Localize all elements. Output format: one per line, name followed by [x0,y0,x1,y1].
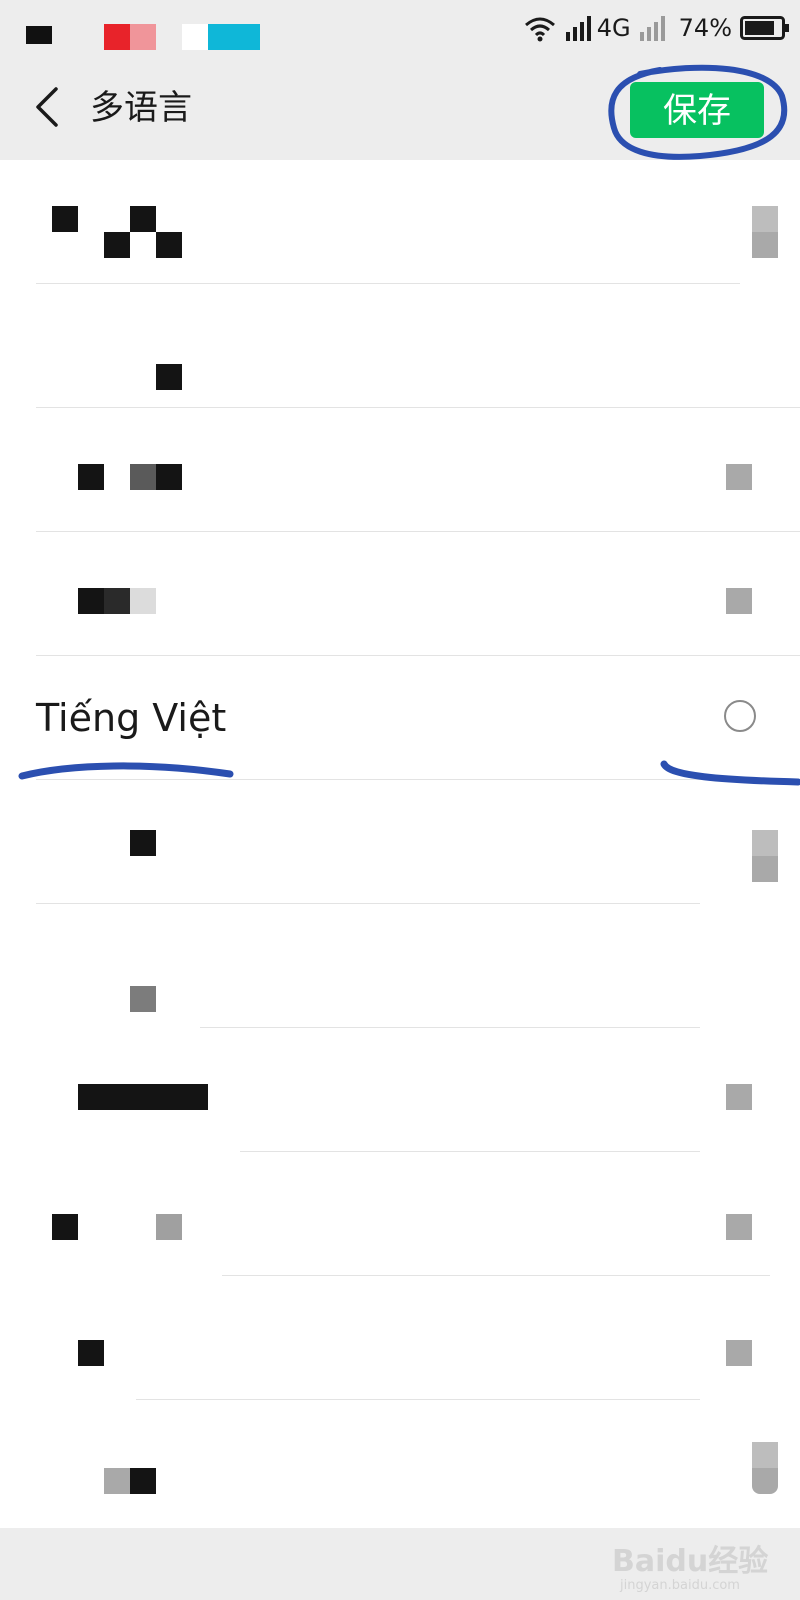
language-list: Tiếng Việt [0,160,800,1528]
status-indicators: 4G 74% [523,12,790,44]
save-button[interactable]: 保存 [630,82,764,138]
notification-icon [104,24,130,50]
list-item[interactable] [0,1152,800,1276]
list-item-vietnamese[interactable]: Tiếng Việt [0,656,800,780]
list-item[interactable] [0,408,800,532]
chevron-left-icon [36,87,58,127]
list-item[interactable] [0,1028,800,1152]
radio-button[interactable] [724,700,756,732]
back-button[interactable] [22,82,72,132]
signal-icon [565,16,591,41]
signal-weak-icon [639,16,665,41]
notification-icon [208,24,260,50]
network-type: 4G [596,14,631,42]
watermark-url: jingyan.baidu.com [620,1578,740,1593]
list-item[interactable] [0,904,800,1028]
notification-icon [26,26,52,44]
list-item[interactable] [0,160,800,284]
status-bar: 4G 74% [0,0,800,56]
notification-icon [130,24,156,50]
nav-bar: 多语言 保存 [0,56,800,160]
list-item[interactable] [0,1400,800,1524]
list-item[interactable] [0,284,800,408]
list-item[interactable] [0,1276,800,1400]
battery-icon [740,16,789,40]
watermark: Baidu经验 [612,1544,769,1579]
battery-percent: 74% [678,14,732,42]
page-title: 多语言 [90,88,192,128]
list-item[interactable] [0,780,800,904]
wifi-icon [524,17,555,42]
list-item[interactable] [0,532,800,656]
language-label: Tiếng Việt [36,696,227,740]
notification-icon [182,24,208,50]
